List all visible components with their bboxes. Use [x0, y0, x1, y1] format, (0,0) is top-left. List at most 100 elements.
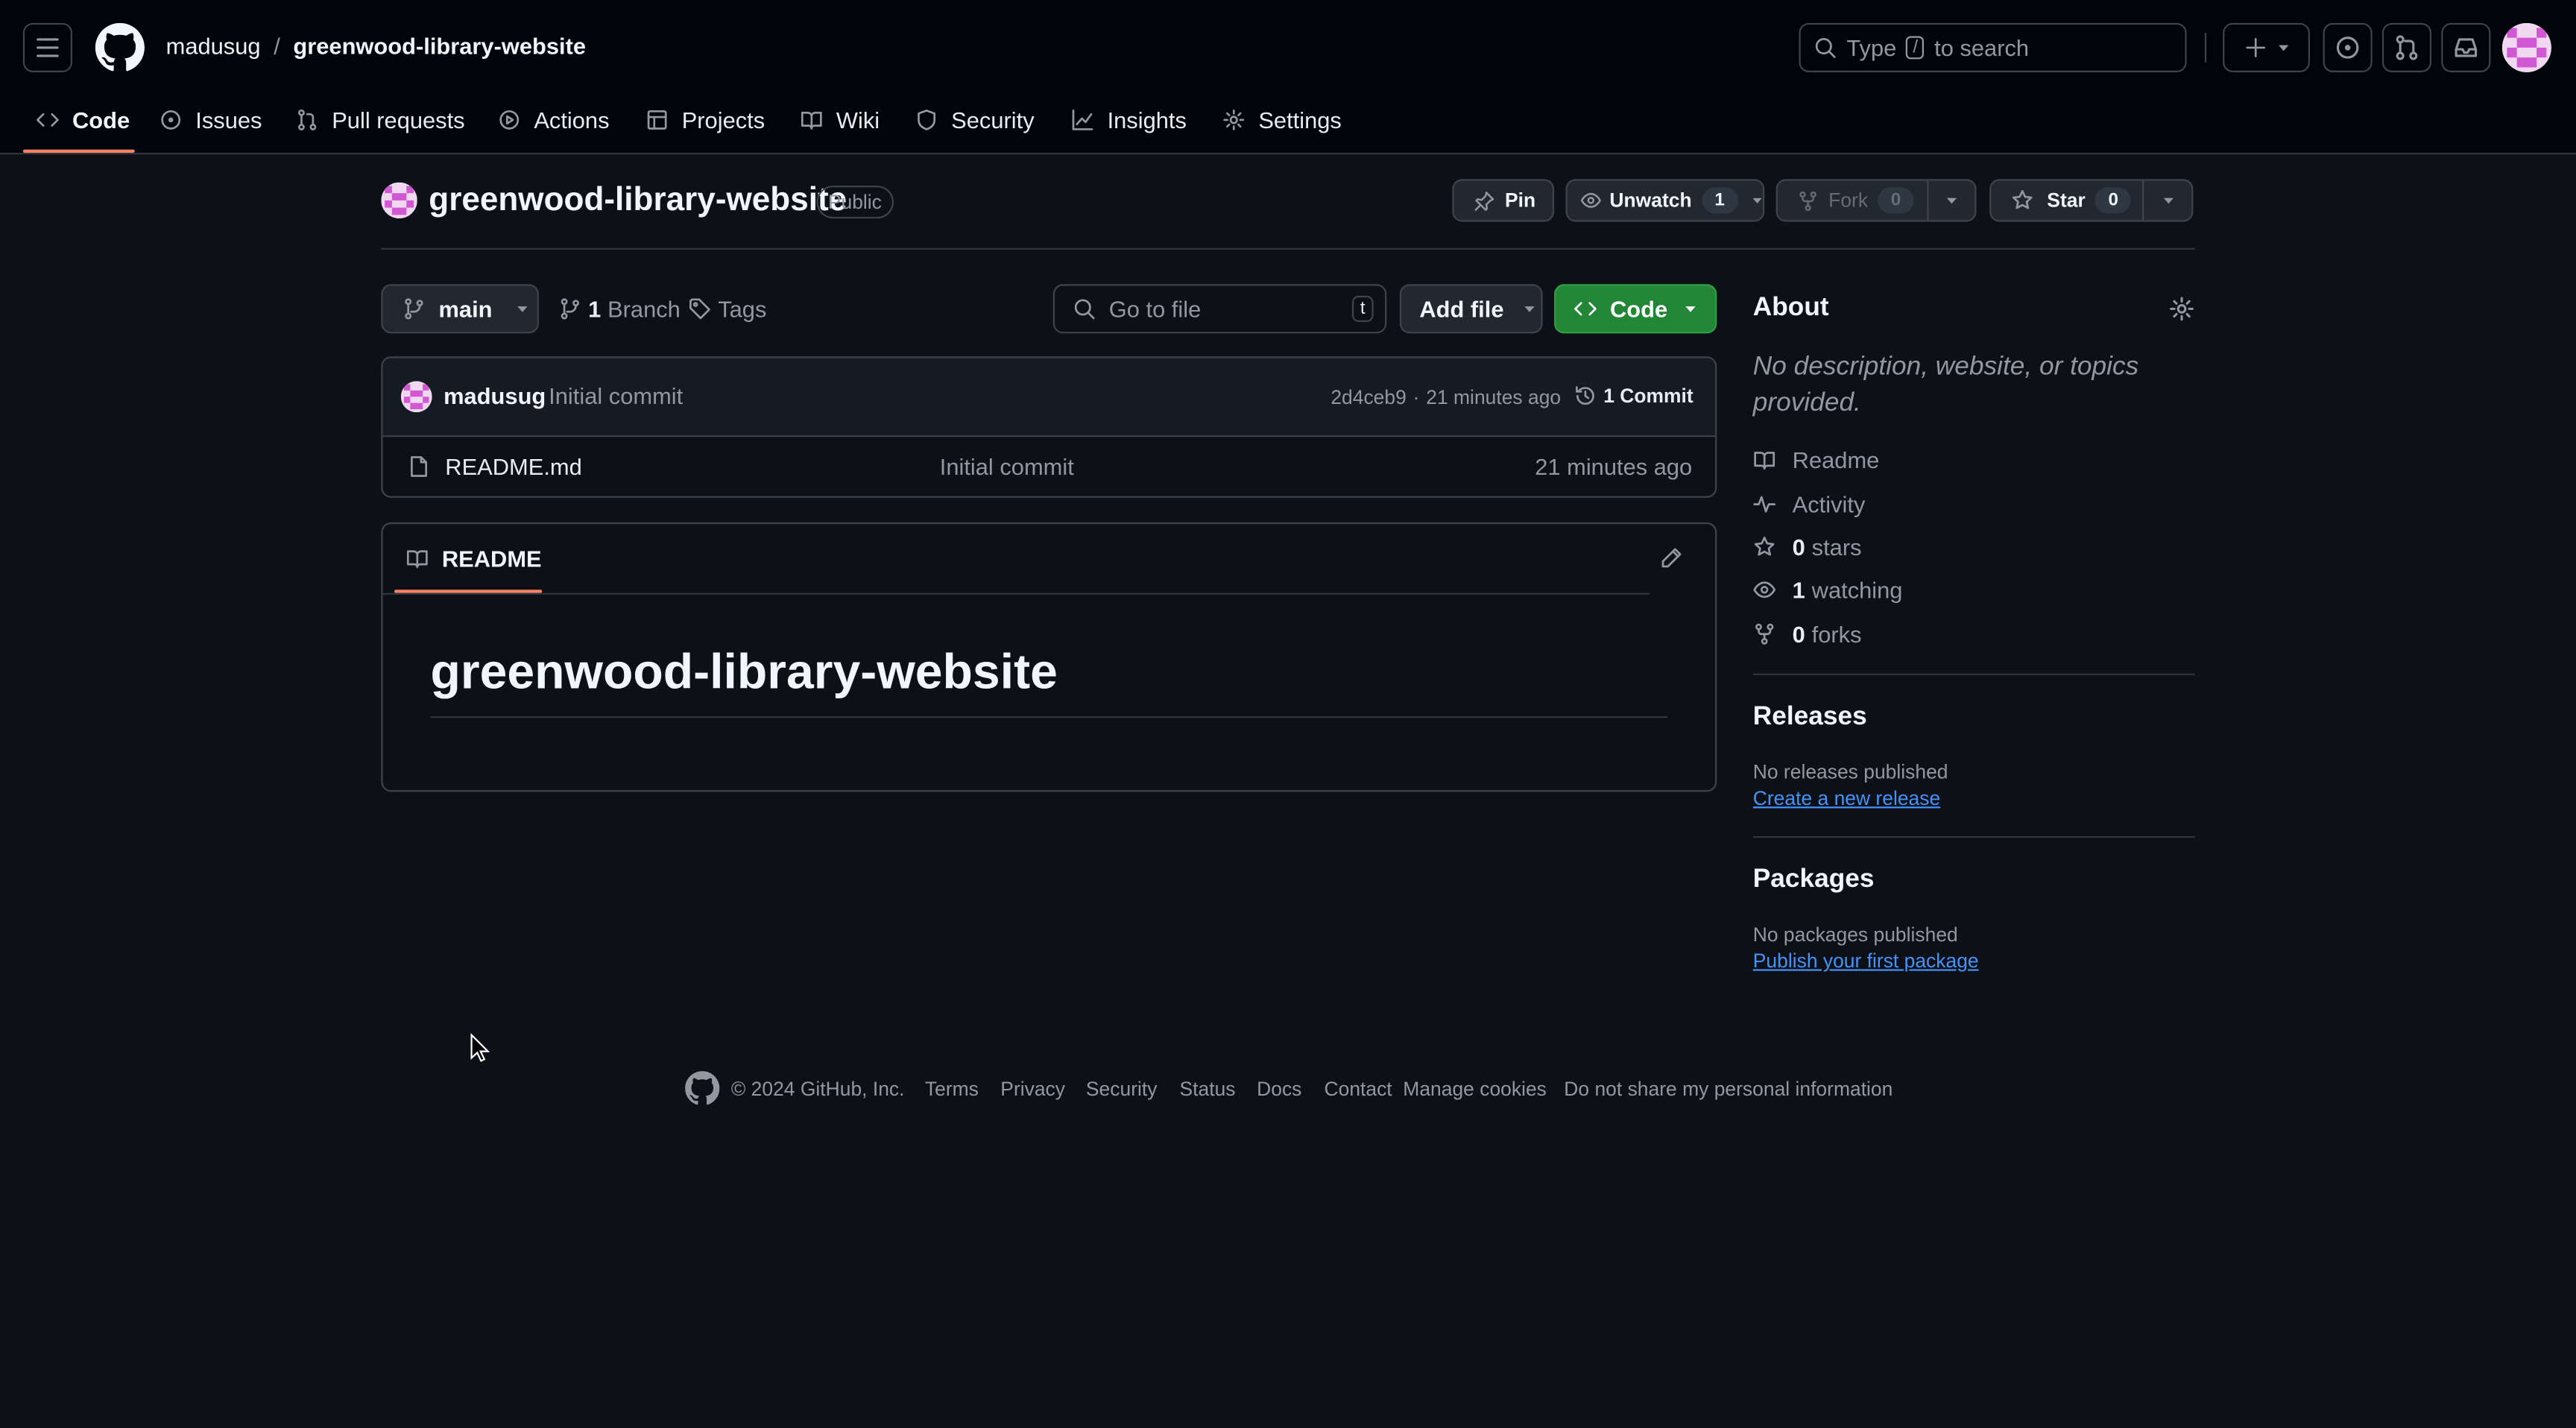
- footer-copyright: © 2024 GitHub, Inc.: [730, 1077, 905, 1101]
- commit-author-avatar: [400, 381, 432, 413]
- issues-shortcut-button[interactable]: [2323, 22, 2373, 72]
- tags-link[interactable]: Tags: [689, 296, 766, 322]
- tab-pull-requests[interactable]: Pull requests: [296, 102, 465, 138]
- footer-link-privacy[interactable]: Privacy: [1000, 1078, 1065, 1101]
- about-activity-link[interactable]: Activity: [1753, 490, 1866, 519]
- go-to-file-placeholder: Go to file: [1108, 295, 1202, 323]
- packages-empty: No packages published: [1752, 923, 1958, 947]
- branches-link[interactable]: 1 Branch: [558, 296, 681, 322]
- pull-requests-shortcut-button[interactable]: [2381, 22, 2432, 72]
- watching-count: 1: [1792, 576, 1805, 603]
- fork-options-button[interactable]: [1927, 179, 1977, 222]
- add-file-button[interactable]: Add file: [1399, 284, 1543, 334]
- commit-count: 1 Commit: [1603, 384, 1693, 408]
- forks-label: forks: [1811, 621, 1862, 648]
- about-readme-label: Readme: [1792, 446, 1880, 473]
- create-release-link[interactable]: Create a new release: [1753, 787, 1940, 810]
- about-stars-link[interactable]: 0 stars: [1753, 532, 1862, 562]
- code-icon: [1574, 302, 1597, 316]
- eye-icon: [1580, 192, 1601, 208]
- tab-security[interactable]: Security: [915, 102, 1035, 138]
- releases-divider: [1752, 835, 2195, 838]
- branch-select[interactable]: main: [381, 284, 539, 334]
- star-lists-button[interactable]: [2142, 179, 2194, 222]
- releases-title[interactable]: Releases: [1753, 703, 1867, 733]
- code-button[interactable]: Code: [1554, 284, 1717, 334]
- file-commit-time: 21 minutes ago: [1535, 453, 1693, 480]
- footer-link-contact[interactable]: Contact: [1325, 1078, 1392, 1101]
- add-file-label: Add file: [1419, 295, 1504, 323]
- releases-empty: No releases published: [1752, 760, 1948, 784]
- commit-author[interactable]: madusug: [443, 383, 546, 409]
- star-button[interactable]: Star 0: [1989, 179, 2144, 222]
- tab-actions[interactable]: Actions: [498, 102, 610, 138]
- about-divider: [1752, 673, 2195, 675]
- about-forks-link[interactable]: 0 forks: [1753, 619, 1862, 649]
- footer-link-manage-cookies[interactable]: Manage cookies: [1403, 1078, 1547, 1101]
- commit-history-link[interactable]: 1 Commit: [1574, 385, 1693, 408]
- about-readme-link[interactable]: Readme: [1753, 445, 1880, 475]
- fork-icon: [1755, 623, 1774, 645]
- search-icon: [1815, 37, 1836, 58]
- footer-link-do-not-share[interactable]: Do not share my personal information: [1564, 1078, 1892, 1101]
- page: madusug / greenwood-library-website Type…: [0, 0, 2576, 1427]
- inbox-button[interactable]: [2441, 22, 2491, 72]
- footer-link-security[interactable]: Security: [1086, 1078, 1158, 1101]
- book-icon: [801, 111, 822, 130]
- tab-code[interactable]: Code: [36, 102, 130, 138]
- search-shortcut-key: /: [1906, 36, 1925, 60]
- triangle-down-icon: [1946, 198, 1957, 204]
- pin-icon: [1474, 191, 1494, 210]
- unwatch-button[interactable]: Unwatch 1: [1565, 179, 1765, 222]
- pencil-icon[interactable]: [1659, 547, 1682, 570]
- footer-link-terms[interactable]: Terms: [925, 1078, 979, 1101]
- commit-hash[interactable]: 2d4ceb9: [1330, 386, 1406, 409]
- triangle-down-icon: [1525, 306, 1535, 312]
- file-name[interactable]: README.md: [445, 453, 581, 479]
- global-search[interactable]: Type / to search: [1799, 22, 2187, 72]
- create-new-button[interactable]: [2223, 22, 2310, 72]
- branch-icon: [405, 298, 423, 320]
- footer-link-docs[interactable]: Docs: [1257, 1078, 1301, 1101]
- plus-icon: [2245, 37, 2265, 57]
- about-activity-label: Activity: [1792, 491, 1866, 518]
- tab-insights-label: Insights: [1107, 107, 1187, 133]
- about-description: No description, website, or topics provi…: [1752, 353, 2139, 417]
- go-to-file-input[interactable]: Go to file t: [1052, 284, 1387, 334]
- active-tab-indicator: [22, 149, 135, 153]
- pin-label: Pin: [1504, 189, 1536, 212]
- star-icon: [2012, 190, 2033, 209]
- packages-title[interactable]: Packages: [1753, 866, 1875, 896]
- footer-link-status[interactable]: Status: [1180, 1078, 1236, 1101]
- about-watching-link[interactable]: 1 watching: [1753, 575, 1902, 604]
- repo-title[interactable]: greenwood-library-website: [429, 183, 847, 221]
- github-logo-icon[interactable]: [95, 22, 145, 72]
- github-footer-logo-icon[interactable]: [685, 1071, 720, 1105]
- tab-projects[interactable]: Projects: [645, 102, 765, 138]
- eye-icon: [1753, 581, 1776, 598]
- user-avatar[interactable]: [2501, 22, 2551, 72]
- tab-settings[interactable]: Settings: [1222, 102, 1342, 138]
- gear-icon[interactable]: [2168, 296, 2194, 322]
- unwatch-label: Unwatch: [1609, 189, 1692, 212]
- tab-wiki[interactable]: Wiki: [800, 102, 880, 138]
- tab-insights[interactable]: Insights: [1071, 102, 1187, 138]
- fork-icon: [1799, 190, 1816, 210]
- file-commit-message[interactable]: Initial commit: [940, 453, 1074, 479]
- breadcrumb-owner[interactable]: madusug: [166, 33, 261, 59]
- tab-code-label: Code: [72, 107, 130, 133]
- tab-actions-label: Actions: [534, 107, 610, 133]
- commit-message[interactable]: Initial commit: [549, 383, 683, 409]
- issue-icon: [161, 110, 181, 130]
- menu-button[interactable]: [22, 22, 72, 72]
- pin-button[interactable]: Pin: [1452, 179, 1555, 222]
- fork-button[interactable]: Fork 0: [1775, 179, 1929, 222]
- readme-tab[interactable]: README: [405, 546, 542, 572]
- history-icon: [1576, 386, 1594, 405]
- publish-package-link[interactable]: Publish your first package: [1753, 950, 1979, 973]
- breadcrumb-repo[interactable]: greenwood-library-website: [293, 33, 586, 59]
- tab-pull-requests-label: Pull requests: [332, 107, 465, 133]
- tab-issues[interactable]: Issues: [160, 102, 262, 138]
- fork-label: Fork: [1828, 189, 1869, 212]
- commit-meta: 2d4ceb9 · 21 minutes ago: [1330, 386, 1561, 409]
